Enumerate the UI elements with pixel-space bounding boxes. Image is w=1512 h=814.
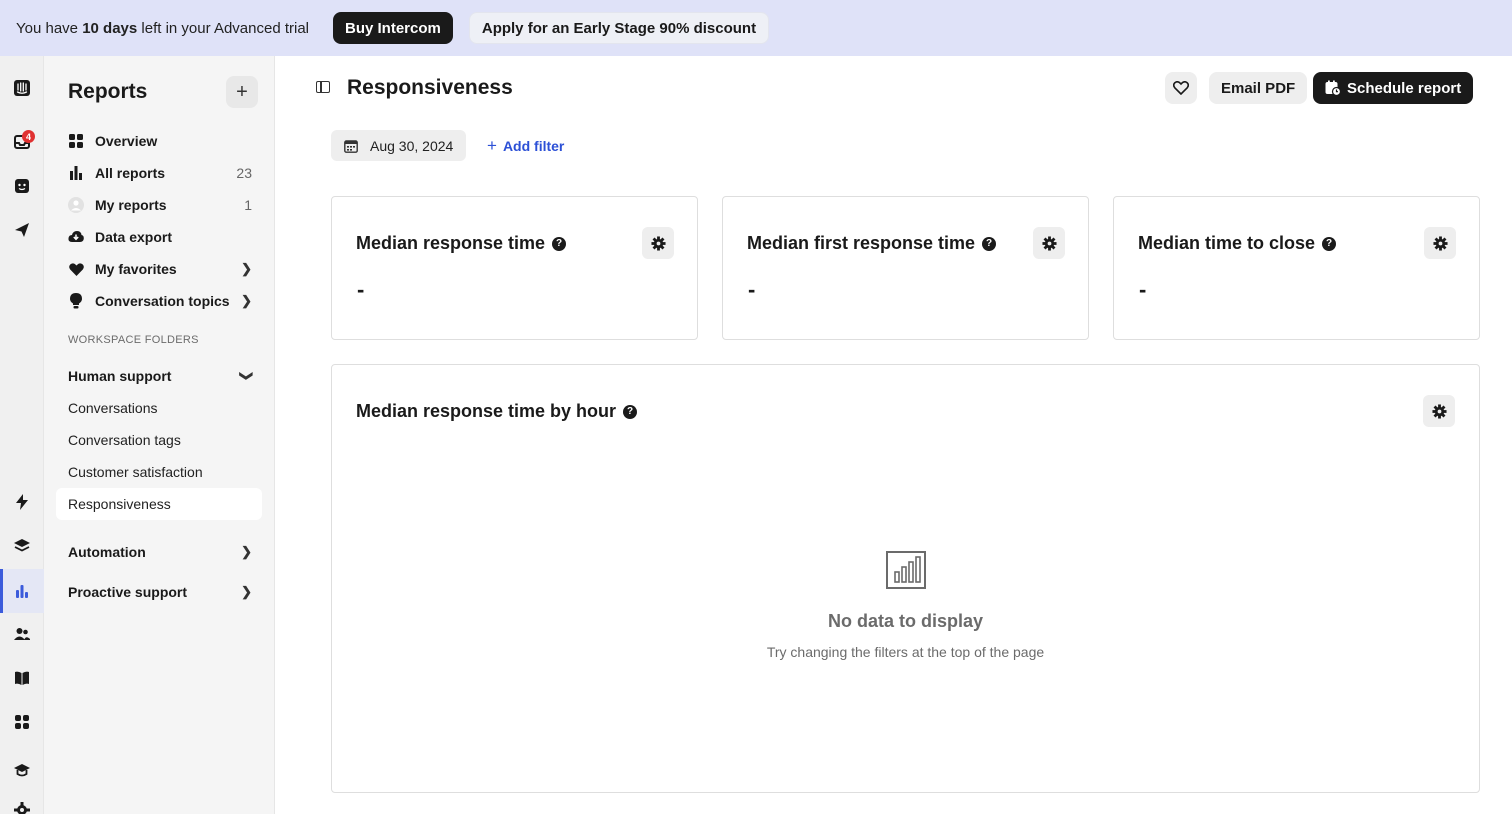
bar-chart-icon bbox=[68, 165, 84, 181]
chevron-right-icon: ❯ bbox=[241, 261, 252, 276]
folder-label: Automation bbox=[68, 544, 146, 560]
help-icon[interactable]: ? bbox=[982, 236, 997, 251]
sidebar-item-responsiveness[interactable]: Responsiveness bbox=[56, 488, 262, 520]
sidebar-item-conversations[interactable]: Conversations bbox=[68, 394, 158, 422]
app-rail: 4 bbox=[0, 56, 44, 814]
metric-value: - bbox=[357, 277, 365, 302]
fin-bot-icon[interactable] bbox=[0, 168, 44, 204]
sidebar-item-label: My reports bbox=[95, 197, 167, 213]
outbound-icon[interactable] bbox=[0, 212, 44, 248]
metric-title: Median response time? bbox=[356, 233, 567, 254]
add-filter-button[interactable]: + Add filter bbox=[487, 130, 564, 161]
sidebar-item-my-favorites[interactable]: My favorites ❯ bbox=[68, 255, 252, 283]
sidebar-title: Reports bbox=[68, 80, 148, 103]
layers-icon[interactable] bbox=[0, 528, 44, 564]
sidebar-item-label: My favorites bbox=[95, 261, 177, 277]
inbox-icon[interactable]: 4 bbox=[0, 124, 44, 160]
lightning-icon[interactable] bbox=[0, 484, 44, 520]
calendar-clock-icon bbox=[1325, 80, 1341, 96]
gear-icon bbox=[1041, 235, 1057, 251]
cloud-download-icon bbox=[68, 229, 84, 245]
all-reports-count: 23 bbox=[236, 165, 252, 181]
metric-title: Median time to close? bbox=[1138, 233, 1337, 254]
email-pdf-button[interactable]: Email PDF bbox=[1209, 72, 1308, 104]
metric-card-median-first-response-time: Median first response time? - bbox=[722, 196, 1089, 340]
early-stage-discount-button[interactable]: Apply for an Early Stage 90% discount bbox=[468, 12, 770, 44]
empty-state-subtitle: Try changing the filters at the top of t… bbox=[766, 644, 1045, 660]
sidebar-item-label: Data export bbox=[95, 229, 173, 245]
card-settings-button[interactable] bbox=[1424, 227, 1456, 259]
card-settings-button[interactable] bbox=[642, 227, 674, 259]
knowledge-icon[interactable] bbox=[0, 660, 44, 696]
metric-card-median-response-time: Median response time? - bbox=[331, 196, 698, 340]
plus-icon: + bbox=[487, 135, 497, 155]
lightbulb-icon bbox=[68, 293, 84, 309]
metric-card-median-time-to-close: Median time to close? - bbox=[1113, 196, 1480, 340]
metric-value: - bbox=[1139, 277, 1147, 302]
sidebar-item-label: Overview bbox=[95, 133, 158, 149]
help-icon[interactable]: ? bbox=[552, 236, 567, 251]
sidebar-item-overview[interactable]: Overview bbox=[68, 127, 252, 155]
schedule-report-button[interactable]: Schedule report bbox=[1313, 72, 1474, 104]
folder-label: Proactive support bbox=[68, 584, 188, 600]
heart-outline-icon bbox=[1173, 81, 1189, 95]
settings-icon[interactable] bbox=[0, 792, 44, 814]
chart-title: Median response time by hour? bbox=[356, 401, 638, 422]
reports-sidebar: Reports + Overview All reports 23 My rep… bbox=[44, 56, 275, 814]
folder-proactive-support[interactable]: Proactive support ❯ bbox=[68, 578, 252, 606]
chart-card-response-time-by-hour: Median response time by hour? No data to… bbox=[331, 364, 1480, 793]
chevron-down-icon: ❯ bbox=[239, 370, 255, 382]
gear-icon bbox=[650, 235, 666, 251]
heart-icon bbox=[68, 261, 84, 277]
trial-banner-text: You have 10 days left in your Advanced t… bbox=[16, 19, 309, 37]
sidebar-item-my-reports[interactable]: My reports 1 bbox=[68, 191, 252, 219]
schedule-report-label: Schedule report bbox=[1347, 79, 1462, 97]
metric-title: Median first response time? bbox=[747, 233, 997, 254]
sidebar-item-data-export[interactable]: Data export bbox=[68, 223, 252, 251]
folder-automation[interactable]: Automation ❯ bbox=[68, 538, 252, 566]
trial-banner: You have 10 days left in your Advanced t… bbox=[0, 0, 1512, 56]
sidebar-item-customer-satisfaction[interactable]: Customer satisfaction bbox=[68, 458, 203, 486]
gear-icon bbox=[1432, 235, 1448, 251]
avatar bbox=[68, 197, 84, 213]
buy-intercom-button[interactable]: Buy Intercom bbox=[333, 12, 453, 44]
sidebar-item-all-reports[interactable]: All reports 23 bbox=[68, 159, 252, 187]
gear-icon bbox=[1431, 403, 1447, 419]
apps-icon[interactable] bbox=[0, 704, 44, 740]
reports-icon[interactable] bbox=[0, 569, 44, 613]
chevron-right-icon: ❯ bbox=[241, 293, 252, 308]
chevron-right-icon: ❯ bbox=[241, 584, 252, 599]
sidebar-item-conversation-tags[interactable]: Conversation tags bbox=[68, 426, 181, 454]
page-title: Responsiveness bbox=[347, 76, 513, 99]
favorite-button[interactable] bbox=[1165, 72, 1197, 104]
calendar-icon bbox=[344, 139, 358, 153]
folder-label: Human support bbox=[68, 368, 172, 384]
card-settings-button[interactable] bbox=[1423, 395, 1455, 427]
sidebar-item-label: All reports bbox=[95, 165, 166, 181]
chevron-right-icon: ❯ bbox=[241, 544, 252, 559]
empty-state-title: No data to display bbox=[827, 611, 984, 631]
toggle-sidebar-icon[interactable] bbox=[316, 81, 330, 93]
metric-value: - bbox=[748, 277, 756, 302]
empty-chart-icon bbox=[886, 551, 926, 589]
workspace-folders-heading: WORKSPACE FOLDERS bbox=[68, 334, 199, 346]
date-filter[interactable]: Aug 30, 2024 bbox=[331, 130, 467, 161]
help-icon[interactable]: ? bbox=[1322, 236, 1337, 251]
inbox-badge: 4 bbox=[22, 130, 35, 143]
sidebar-item-label: Conversation topics bbox=[95, 293, 230, 309]
report-main: Responsiveness Email PDF Schedule report… bbox=[276, 56, 1512, 814]
grid-icon bbox=[68, 133, 84, 149]
academy-icon[interactable] bbox=[0, 752, 44, 788]
sidebar-item-conversation-topics[interactable]: Conversation topics ❯ bbox=[68, 287, 252, 315]
add-report-button[interactable]: + bbox=[226, 76, 258, 108]
folder-human-support[interactable]: Human support ❯ bbox=[68, 362, 255, 390]
my-reports-count: 1 bbox=[244, 197, 252, 213]
date-filter-label: Aug 30, 2024 bbox=[370, 137, 454, 154]
contacts-icon[interactable] bbox=[0, 616, 44, 652]
intercom-logo-icon[interactable] bbox=[0, 70, 44, 106]
help-icon[interactable]: ? bbox=[623, 404, 638, 419]
add-filter-label: Add filter bbox=[502, 137, 565, 154]
card-settings-button[interactable] bbox=[1033, 227, 1065, 259]
